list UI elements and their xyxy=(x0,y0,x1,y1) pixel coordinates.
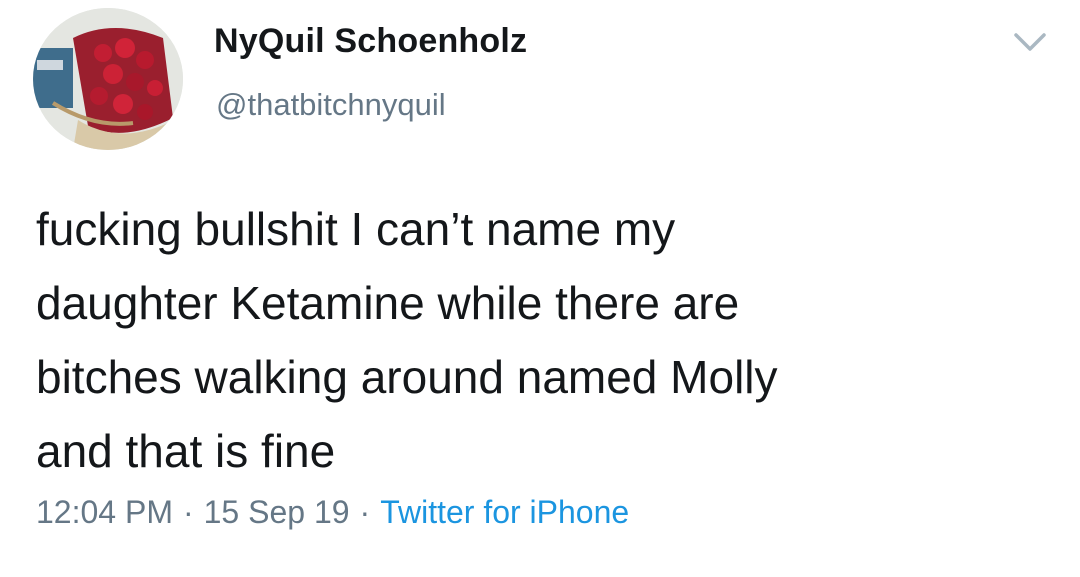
avatar[interactable] xyxy=(33,8,183,150)
display-name[interactable]: NyQuil Schoenholz xyxy=(214,22,527,61)
tweet-date[interactable]: 15 Sep 19 xyxy=(204,494,350,530)
tweet-text: fucking bullshit I can’t name my daughte… xyxy=(36,203,778,477)
tweet-card: NyQuil Schoenholz @thatbitchnyquil fucki… xyxy=(0,0,1080,577)
avatar-photo-icon xyxy=(33,8,183,150)
user-handle[interactable]: @thatbitchnyquil xyxy=(216,87,446,123)
separator: · xyxy=(182,494,194,530)
chevron-down-icon[interactable] xyxy=(1010,27,1050,57)
tweet-client-link[interactable]: Twitter for iPhone xyxy=(380,494,629,530)
tweet-metadata: 12:04 PM · 15 Sep 19 · Twitter for iPhone xyxy=(36,494,629,531)
separator: · xyxy=(359,494,371,530)
tweet-time[interactable]: 12:04 PM xyxy=(36,494,173,530)
